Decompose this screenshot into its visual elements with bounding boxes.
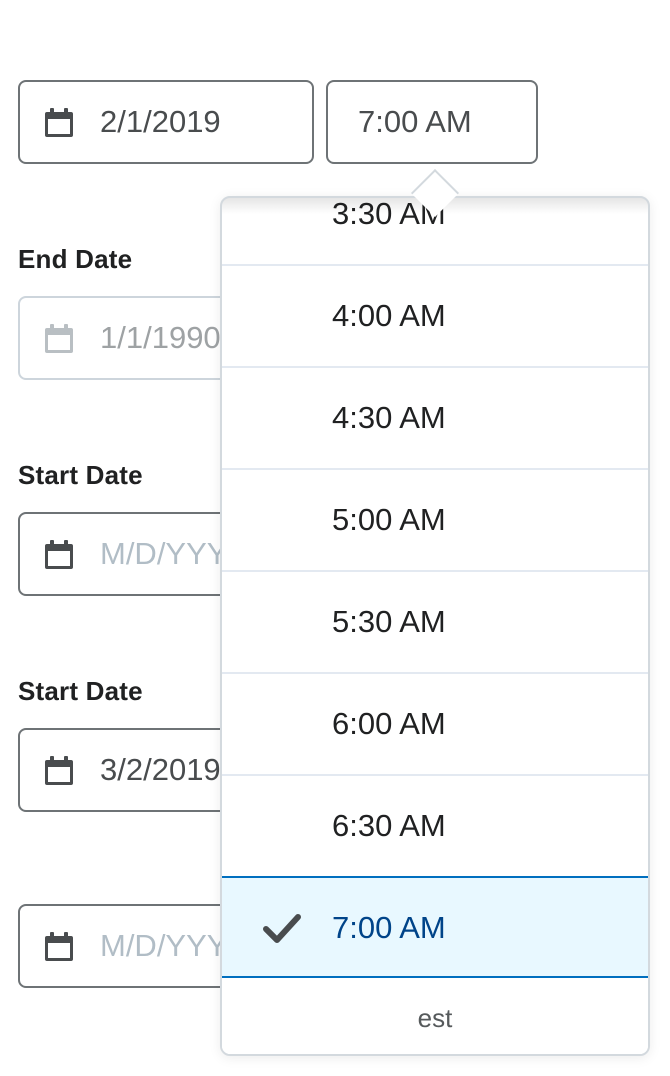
- time-option[interactable]: 6:30 AM: [222, 776, 648, 878]
- calendar-icon: [45, 108, 73, 137]
- page: 2/1/2019 7:00 AM End Date 1/1/1990 Start…: [0, 0, 670, 1076]
- time-option-label: 4:30 AM: [332, 400, 446, 435]
- time-option[interactable]: 5:30 AM: [222, 572, 648, 674]
- time-option[interactable]: 4:00 AM: [222, 266, 648, 368]
- time-option-label: 6:00 AM: [332, 706, 446, 741]
- time-option[interactable]: 4:30 AM: [222, 368, 648, 470]
- check-icon: [263, 914, 301, 943]
- start-date-value-2: 3/2/2019: [100, 752, 221, 787]
- time-dropdown: 3:30 AM 4:00 AM 4:30 AM 5:00 AM 5:30 AM …: [220, 196, 650, 1056]
- calendar-icon: [45, 756, 73, 785]
- time-input[interactable]: 7:00 AM: [326, 80, 538, 164]
- time-option-label: 5:30 AM: [332, 604, 446, 639]
- start-date-label: Start Date: [18, 460, 143, 490]
- time-input-value: 7:00 AM: [358, 104, 472, 139]
- calendar-icon: [45, 324, 73, 353]
- calendar-icon: [45, 932, 73, 961]
- time-option[interactable]: 5:00 AM: [222, 470, 648, 572]
- time-option-label: 4:00 AM: [332, 298, 446, 333]
- start-date-label-2: Start Date: [18, 676, 143, 706]
- end-date-value: 1/1/1990: [100, 320, 221, 355]
- time-option-list[interactable]: 3:30 AM 4:00 AM 4:30 AM 5:00 AM 5:30 AM …: [222, 198, 648, 980]
- time-option-selected[interactable]: 7:00 AM: [222, 876, 648, 978]
- time-option-label: 5:00 AM: [332, 502, 446, 537]
- end-date-label: End Date: [18, 244, 133, 274]
- time-option[interactable]: 6:00 AM: [222, 674, 648, 776]
- timezone-footer: est: [222, 980, 648, 1054]
- date-input-first[interactable]: 2/1/2019: [18, 80, 314, 164]
- calendar-icon: [45, 540, 73, 569]
- time-option-label: 6:30 AM: [332, 808, 446, 843]
- date-input-value: 2/1/2019: [100, 104, 221, 139]
- time-option-label: 7:00 AM: [332, 910, 446, 945]
